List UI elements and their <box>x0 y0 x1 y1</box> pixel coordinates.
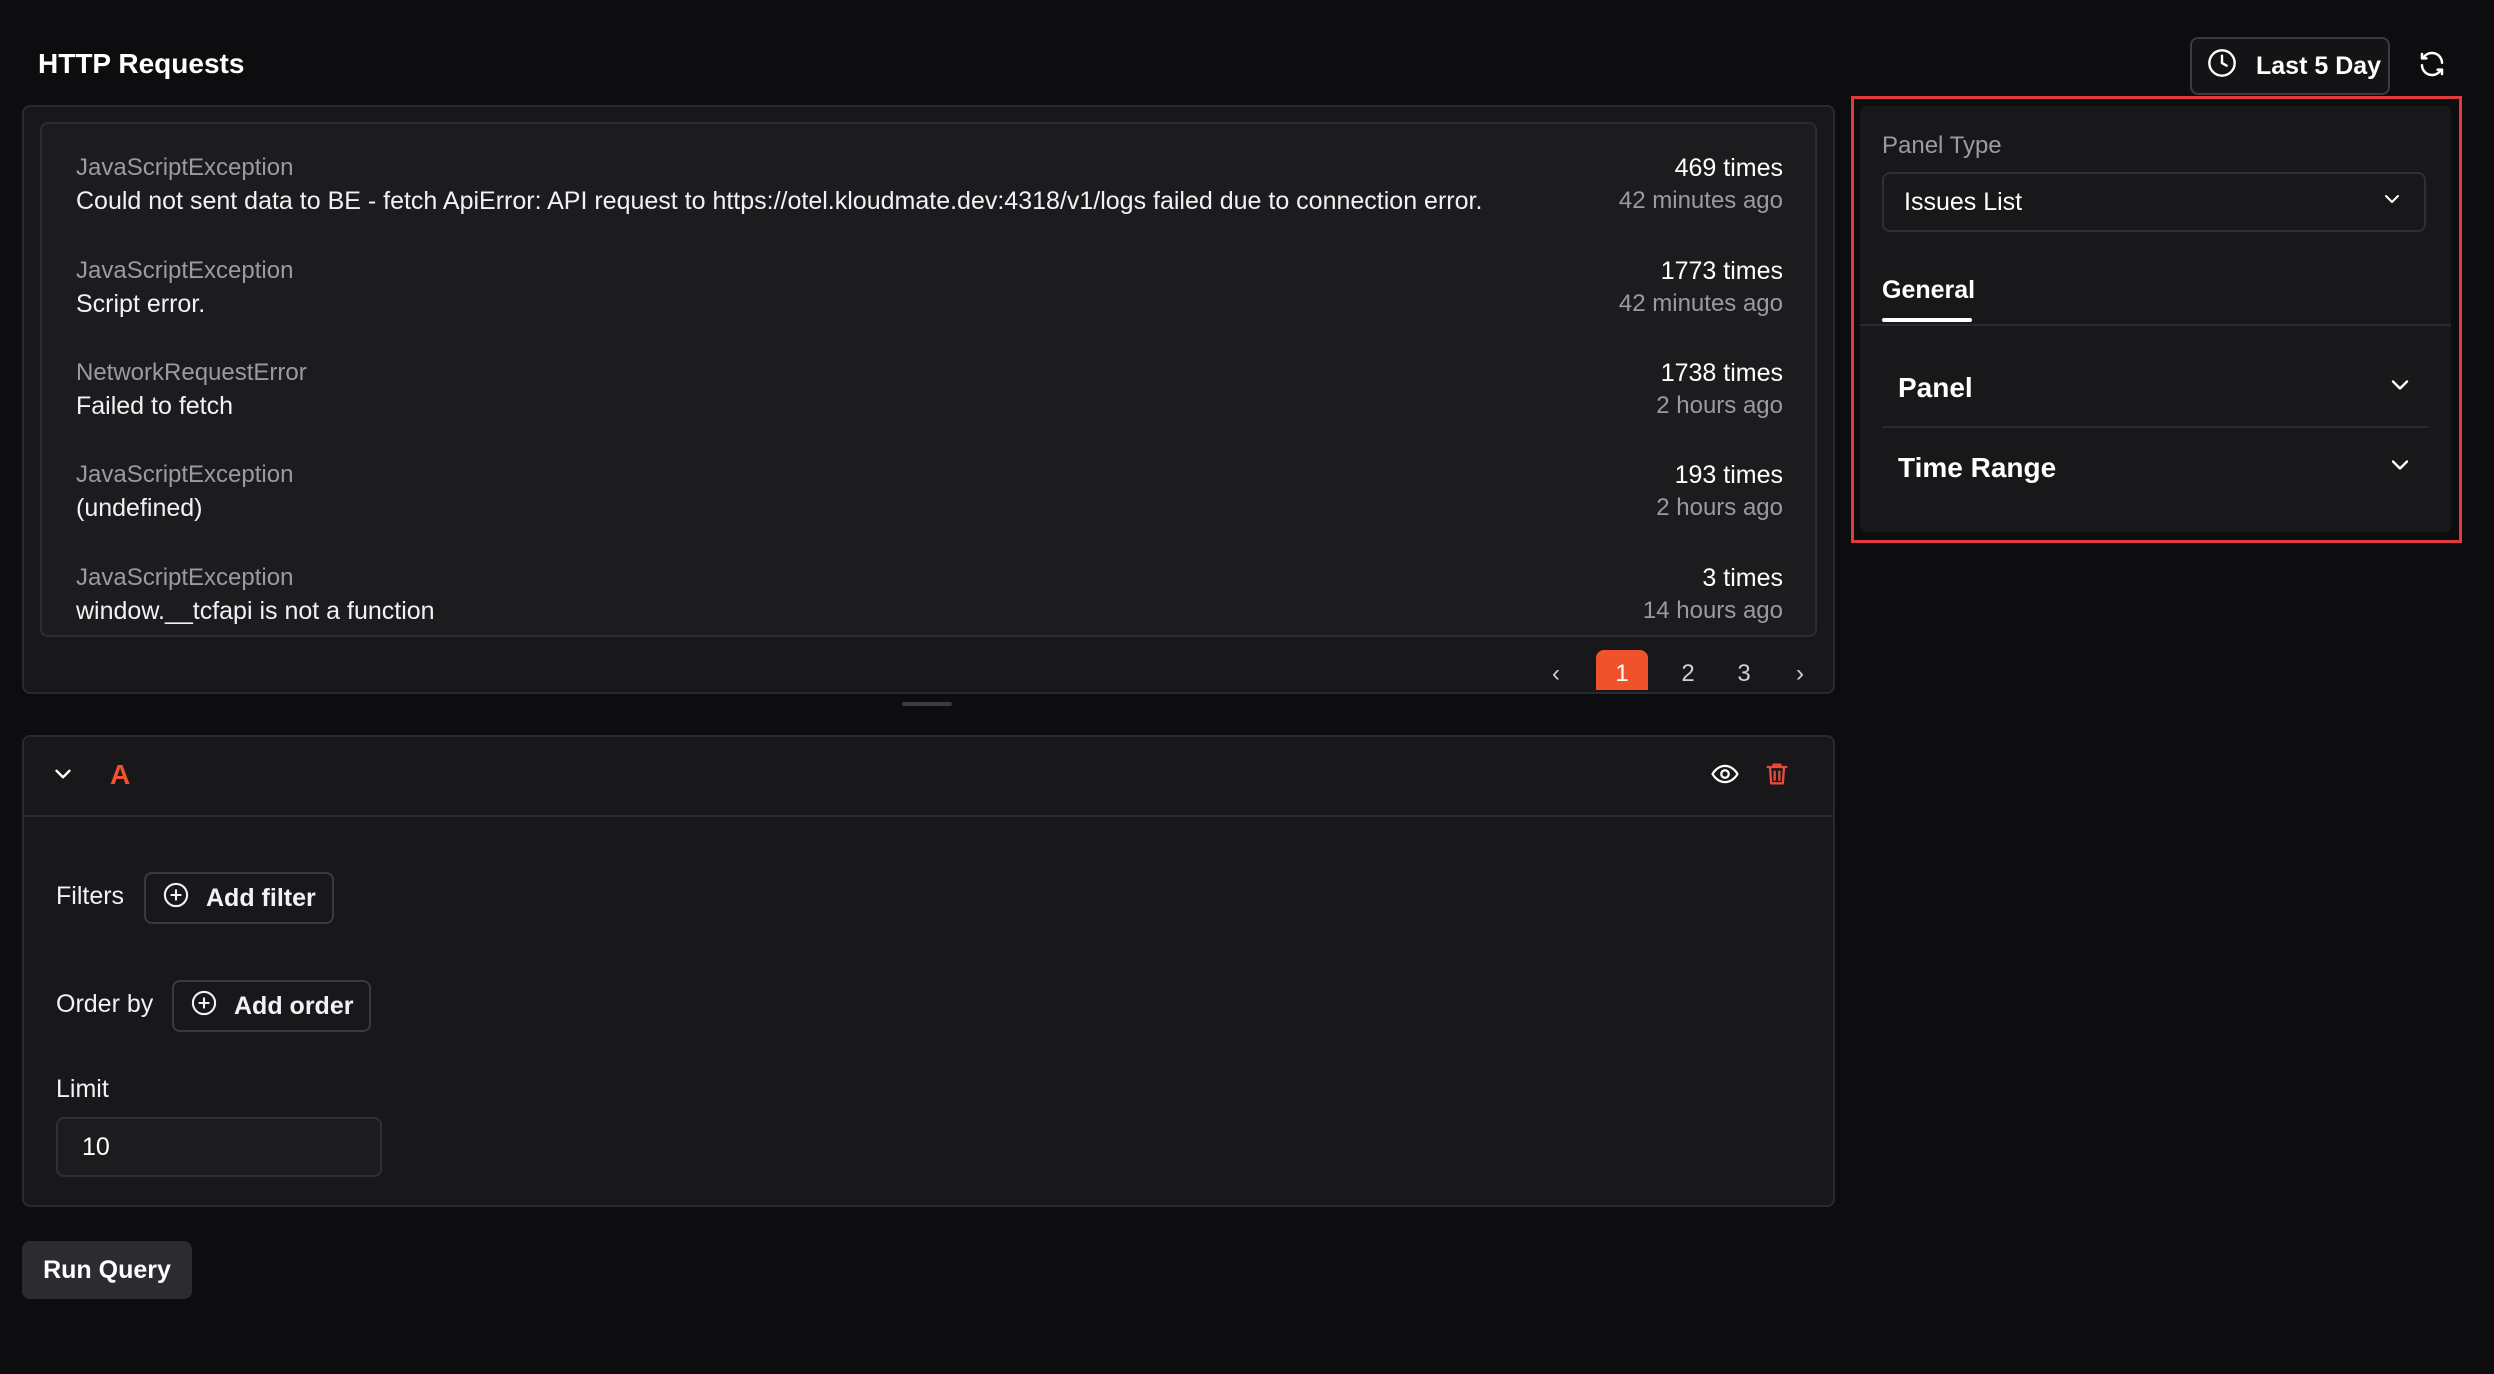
issue-type: JavaScriptException <box>76 257 294 284</box>
toggle-visibility-button[interactable] <box>1708 761 1742 791</box>
panel-type-select[interactable]: Issues List <box>1882 172 2426 232</box>
issue-type: JavaScriptException <box>76 154 294 181</box>
active-tab-indicator <box>1882 318 1972 322</box>
issue-type: NetworkRequestError <box>76 359 307 386</box>
accordion-panel-label: Panel <box>1898 372 1973 403</box>
accordion-panel[interactable]: Panel <box>1882 349 2428 427</box>
query-label: A <box>110 759 131 790</box>
issue-time: 14 hours ago <box>1642 597 1783 624</box>
issue-time: 42 minutes ago <box>1618 290 1783 317</box>
run-query-button[interactable]: Run Query <box>22 1241 192 1299</box>
panel-type-value: Issues List <box>1904 187 2023 216</box>
time-range-button[interactable]: Last 5 Day <box>2190 37 2390 95</box>
settings-panel: Panel Type Issues List General Panel Tim… <box>1860 106 2451 532</box>
plus-circle-icon <box>190 989 218 1024</box>
chevron-down-icon <box>2386 371 2414 406</box>
issue-time: 2 hours ago <box>1656 494 1783 521</box>
issue-count: 3 times <box>1702 564 1783 592</box>
page-2[interactable]: 2 <box>1672 650 1704 690</box>
query-card: A Filters Add filter Order by Add order … <box>22 735 1835 1207</box>
add-order-label: Add order <box>234 991 354 1020</box>
eye-icon <box>1710 759 1740 794</box>
divider <box>24 815 1833 817</box>
chevron-down-icon <box>2386 451 2414 486</box>
pagination-next[interactable]: › <box>1784 650 1816 690</box>
plus-circle-icon <box>162 881 190 916</box>
issue-count: 1738 times <box>1660 359 1783 387</box>
resize-handle[interactable] <box>902 702 952 706</box>
refresh-icon <box>2417 49 2447 84</box>
limit-input[interactable]: 10 <box>56 1117 382 1177</box>
issue-time: 2 hours ago <box>1656 392 1783 419</box>
page-1[interactable]: 1 <box>1596 650 1648 690</box>
page-title: HTTP Requests <box>38 48 245 79</box>
issue-message: Failed to fetch <box>76 392 234 420</box>
pagination-prev[interactable]: ‹ <box>1540 650 1572 690</box>
issues-list[interactable]: JavaScriptException Could not sent data … <box>40 122 1817 637</box>
issue-count: 193 times <box>1674 461 1783 489</box>
divider <box>1860 324 2451 326</box>
page-3[interactable]: 3 <box>1728 650 1760 690</box>
issue-count: 469 times <box>1674 154 1783 182</box>
issue-message: (undefined) <box>76 494 203 522</box>
issue-message: Script error. <box>76 290 206 318</box>
issue-type: JavaScriptException <box>76 461 294 488</box>
chevron-down-icon <box>2380 187 2404 218</box>
add-order-button[interactable]: Add order <box>172 980 372 1032</box>
accordion-time-range-label: Time Range <box>1898 452 2057 483</box>
list-item[interactable]: JavaScriptException (undefined) 193 time… <box>76 431 1783 533</box>
filters-label: Filters <box>56 882 125 910</box>
collapse-button[interactable] <box>48 761 78 791</box>
panel-type-label: Panel Type <box>1882 132 2002 159</box>
accordion-time-range[interactable]: Time Range <box>1882 429 2428 507</box>
issue-count: 1773 times <box>1660 257 1783 285</box>
trash-icon <box>1763 760 1791 793</box>
tab-general[interactable]: General <box>1882 276 1975 305</box>
list-item[interactable]: JavaScriptException Script error. 1773 t… <box>76 227 1783 329</box>
add-filter-label: Add filter <box>206 883 316 912</box>
delete-query-button[interactable] <box>1760 759 1794 793</box>
limit-label: Limit <box>56 1075 109 1103</box>
issue-type: JavaScriptException <box>76 564 294 591</box>
chevron-down-icon <box>50 761 76 792</box>
order-by-label: Order by <box>56 990 154 1018</box>
add-filter-button[interactable]: Add filter <box>144 872 334 924</box>
issue-time: 42 minutes ago <box>1618 187 1783 214</box>
issue-message: window.__tcfapi is not a function <box>76 597 435 625</box>
list-item[interactable]: JavaScriptException window.__tcfapi is n… <box>76 534 1783 635</box>
list-item[interactable]: JavaScriptException Could not sent data … <box>76 124 1783 226</box>
divider <box>1882 426 2428 428</box>
list-item[interactable]: NetworkRequestError Failed to fetch 1738… <box>76 329 1783 431</box>
issue-message: Could not sent data to BE - fetch ApiErr… <box>76 187 1483 215</box>
time-range-label: Last 5 Day <box>2256 51 2382 80</box>
refresh-button[interactable] <box>2412 46 2452 86</box>
clock-icon <box>2206 47 2238 86</box>
pagination: ‹ 1 2 3 › <box>1540 650 1816 690</box>
